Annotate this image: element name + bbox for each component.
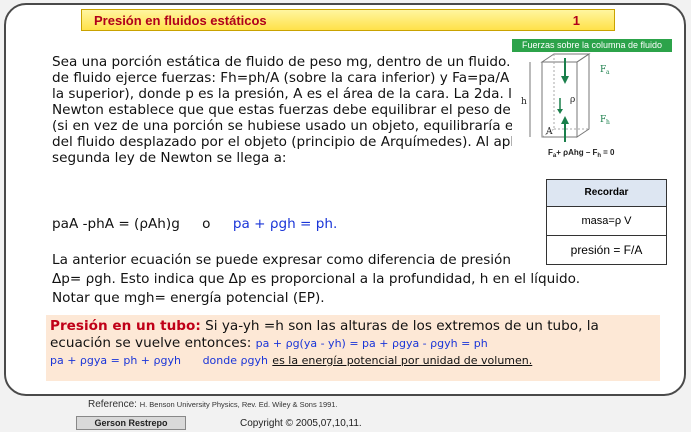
paragraph2-line2: Δp= ρgh. Esto indica que Δp es proporcio… — [52, 271, 581, 287]
reference-label: Reference: — [88, 399, 137, 410]
remember-header: Recordar — [547, 180, 666, 207]
page-number: 1 — [572, 13, 580, 28]
tube-donde: donde ρgyh — [202, 354, 268, 367]
figure-equation: Fa+ ρAhg – Fh = 0 — [548, 148, 615, 159]
tube-energy-note: es la energía potencial por unidad de vo… — [272, 354, 533, 367]
tube-line2: ecuación se vuelve entonces: — [50, 335, 252, 351]
copyright: Copyright © 2005,07,10,11. — [240, 418, 362, 429]
figure-label-fa-sub: a — [606, 69, 610, 76]
paragraph2-line1: La anterior ecuación se puede expresar c… — [52, 252, 511, 268]
author-badge: Gerson Restrepo — [76, 416, 186, 430]
tube-pressure-text: Presión en un tubo: Si ya-yh =h son las … — [50, 318, 656, 369]
intro-paragraph: Sea una porción estática de fluido de pe… — [52, 54, 566, 166]
fluid-column-diagram: h A ρ F a F h Fa+ ρAhg – Fh = 0 — [521, 53, 615, 159]
figure-label-rho: ρ — [570, 95, 575, 105]
pressure-difference-paragraph: La anterior ecuación se puede expresar c… — [52, 251, 664, 308]
remember-mass: masa=ρ V — [547, 207, 666, 236]
figure-title: Fuerzas sobre la columna de fluido — [512, 39, 672, 52]
reference-footer: Reference: H. Benson University Physics,… — [88, 399, 338, 410]
paragraph2-line3: Notar que mgh= energía potencial (EP). — [52, 290, 325, 306]
equation-right: pa + ρgh = ph. — [232, 216, 338, 232]
tube-label: Presión en un tubo: — [50, 318, 201, 334]
reference-text: H. Benson University Physics, Rev. Ed. W… — [139, 400, 338, 409]
slide-title: Presión en fluidos estáticos — [94, 13, 267, 28]
figure-label-A: A — [545, 127, 553, 137]
equation-or: o — [202, 216, 211, 232]
tube-equation-1: pa + ρg(ya - yh) = pa + ρgya - ρgyh = ph — [255, 337, 488, 350]
tube-pressure-box: Presión en un tubo: Si ya-yh =h son las … — [46, 315, 660, 381]
figure-label-fh-sub: h — [606, 119, 610, 126]
tube-equation-2: pa + ρgya = ph + ρgyh — [50, 354, 181, 367]
title-bar: Presión en fluidos estáticos 1 — [81, 9, 615, 31]
forces-figure: Fuerzas sobre la columna de fluido h A ρ… — [512, 39, 672, 159]
tube-line1: Si ya-yh =h son las alturas de los extre… — [200, 318, 599, 334]
equation-left: paA -phA = (ρAh)g — [52, 216, 180, 232]
figure-label-h: h — [521, 97, 527, 107]
equilibrium-equation: paA -phA = (ρAh)g o pa + ρgh = ph. — [52, 216, 337, 232]
